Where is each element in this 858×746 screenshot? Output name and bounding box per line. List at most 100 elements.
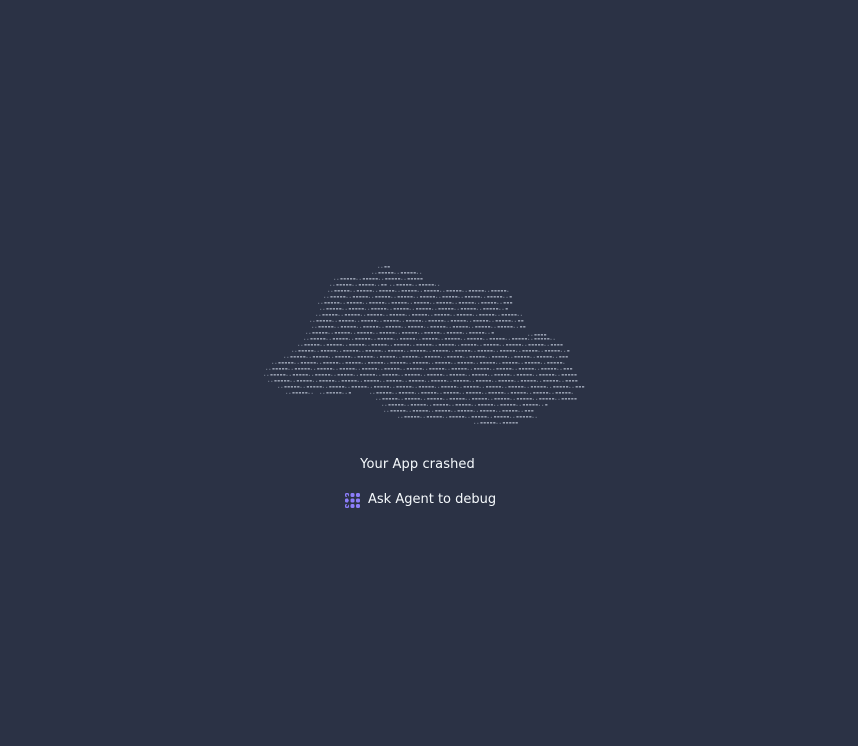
ascii-glyph xyxy=(319,356,322,358)
ascii-glyph xyxy=(536,374,538,376)
ascii-glyph xyxy=(363,290,366,292)
ascii-glyph xyxy=(316,320,319,322)
ascii-glyph xyxy=(437,332,440,334)
ascii-glyph xyxy=(563,368,566,370)
ascii-glyph xyxy=(502,338,505,340)
ascii-glyph xyxy=(291,362,294,364)
ascii-glyph xyxy=(498,380,501,382)
ascii-glyph xyxy=(272,368,275,370)
ascii-glyph xyxy=(417,404,420,406)
ascii-glyph xyxy=(518,386,521,388)
ascii-glyph xyxy=(519,404,521,406)
ascii-glyph xyxy=(389,392,392,394)
ask-agent-debug-button[interactable]: Ask Agent to debug xyxy=(338,485,502,515)
ascii-glyph xyxy=(498,320,501,322)
ascii-glyph xyxy=(322,314,325,316)
ascii-glyph xyxy=(505,410,508,412)
ascii-glyph xyxy=(358,386,361,388)
ascii-glyph xyxy=(396,320,399,322)
ascii-glyph xyxy=(490,350,493,352)
ascii-glyph xyxy=(532,350,535,352)
ascii-glyph xyxy=(399,380,402,382)
ascii-glyph xyxy=(368,296,370,298)
ascii-glyph xyxy=(326,362,329,364)
ascii-glyph xyxy=(379,332,382,334)
ascii-glyph xyxy=(329,362,332,364)
ascii-glyph xyxy=(458,296,460,298)
ascii-glyph xyxy=(464,362,467,364)
ascii-glyph xyxy=(523,326,526,328)
ascii-glyph xyxy=(489,362,492,364)
ascii-glyph xyxy=(450,386,453,388)
ascii-glyph xyxy=(426,404,428,406)
ascii-glyph xyxy=(473,362,475,364)
ascii-glyph xyxy=(528,410,531,412)
ascii-glyph xyxy=(431,314,433,316)
ascii-glyph xyxy=(440,392,442,394)
ascii-glyph xyxy=(531,362,534,364)
ascii-glyph xyxy=(412,386,414,388)
ascii-glyph xyxy=(364,338,367,340)
ascii-glyph xyxy=(373,380,376,382)
ascii-glyph xyxy=(419,344,422,346)
ascii-glyph xyxy=(500,374,503,376)
ascii-glyph xyxy=(322,332,325,334)
ascii-glyph xyxy=(516,374,519,376)
ascii-glyph xyxy=(477,350,480,352)
ascii-glyph xyxy=(449,302,452,304)
ascii-glyph xyxy=(350,302,353,304)
ascii-glyph xyxy=(424,374,426,376)
ascii-glyph xyxy=(456,374,459,376)
ascii-glyph xyxy=(448,410,451,412)
ascii-glyph xyxy=(427,374,430,376)
ascii-glyph xyxy=(487,416,489,418)
ascii-glyph xyxy=(557,344,560,346)
ascii-glyph xyxy=(443,326,446,328)
ascii-glyph xyxy=(403,368,405,370)
ascii-glyph xyxy=(311,392,313,394)
ascii-glyph xyxy=(349,368,352,370)
ascii-glyph xyxy=(340,374,343,376)
ascii-glyph xyxy=(513,416,515,418)
ascii-glyph xyxy=(548,374,551,376)
ascii-glyph xyxy=(438,344,441,346)
ascii-glyph xyxy=(490,368,492,370)
ascii-glyph xyxy=(403,362,406,364)
ascii-glyph xyxy=(486,308,489,310)
ascii-glyph xyxy=(430,398,433,400)
ascii-glyph xyxy=(522,368,525,370)
ascii-glyph xyxy=(488,392,491,394)
ascii-glyph xyxy=(421,392,424,394)
ascii-glyph xyxy=(481,416,484,418)
ascii-glyph xyxy=(447,314,450,316)
ascii-glyph xyxy=(484,326,487,328)
crash-title: Your App crashed xyxy=(360,457,475,472)
ascii-glyph xyxy=(568,380,571,382)
ascii-glyph xyxy=(401,278,403,280)
ascii-glyph xyxy=(340,350,342,352)
ascii-glyph xyxy=(429,344,432,346)
ascii-glyph xyxy=(330,344,333,346)
ascii-glyph xyxy=(423,416,425,418)
ascii-glyph xyxy=(451,410,453,412)
ascii-glyph xyxy=(406,320,409,322)
ascii-glyph xyxy=(541,344,544,346)
ascii-glyph xyxy=(320,392,322,394)
ascii-glyph xyxy=(495,386,498,388)
agent-icon xyxy=(345,492,360,508)
ascii-glyph xyxy=(362,284,365,286)
ascii-glyph xyxy=(358,362,361,364)
ascii-glyph xyxy=(536,356,539,358)
ascii-glyph xyxy=(525,344,527,346)
ascii-glyph xyxy=(553,338,555,340)
ascii-glyph xyxy=(474,404,476,406)
ascii-glyph xyxy=(418,356,420,358)
ascii-glyph xyxy=(310,368,312,370)
ascii-glyph xyxy=(440,314,443,316)
ascii-glyph xyxy=(539,374,542,376)
ascii-glyph xyxy=(518,320,521,322)
ascii-glyph xyxy=(416,350,419,352)
ascii-glyph xyxy=(379,392,382,394)
ascii-glyph xyxy=(370,380,373,382)
ascii-glyph xyxy=(481,302,484,304)
